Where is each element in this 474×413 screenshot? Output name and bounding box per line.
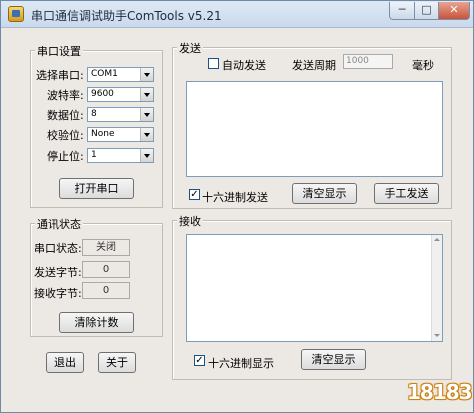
hex-send-checkbox[interactable]: ✓ — [189, 189, 200, 200]
data-bits-select[interactable]: 8 — [87, 107, 154, 122]
chevron-down-icon[interactable] — [140, 108, 153, 121]
hex-display-label: 十六进制显示 — [208, 357, 274, 370]
title-bar[interactable]: 串口通信调试助手ComTools v5.21 ─ □ ✕ — [1, 1, 473, 28]
minimize-button[interactable]: ─ — [389, 2, 415, 20]
stop-bits-select[interactable]: 1 — [87, 148, 154, 163]
parity-value: None — [91, 129, 115, 139]
chevron-down-icon[interactable] — [140, 149, 153, 162]
sent-bytes-label: 发送字节: — [34, 266, 82, 279]
clear-count-button[interactable]: 清除计数 — [59, 312, 134, 333]
maximize-button[interactable]: □ — [415, 2, 439, 20]
watermark-logo: 18183 — [407, 375, 473, 409]
hex-display-checkbox[interactable]: ✓ — [194, 355, 205, 366]
chevron-down-icon[interactable] — [140, 68, 153, 81]
port-status-value: 关闭 — [82, 239, 130, 256]
receive-textarea[interactable] — [186, 234, 443, 342]
app-icon — [8, 6, 24, 22]
port-select-label: 选择串口: — [36, 69, 84, 82]
scroll-down-icon[interactable] — [432, 331, 441, 341]
baud-rate-select[interactable]: 9600 — [87, 87, 154, 102]
exit-button[interactable]: 退出 — [46, 352, 84, 373]
receive-scrollbar[interactable] — [431, 235, 442, 341]
send-title: 发送 — [177, 40, 203, 56]
data-bits-value: 8 — [91, 109, 97, 119]
send-clear-button[interactable]: 清空显示 — [292, 183, 357, 204]
chevron-down-icon[interactable] — [140, 128, 153, 141]
stop-bits-value: 1 — [91, 150, 97, 160]
app-window: 串口通信调试助手ComTools v5.21 ─ □ ✕ 串口设置 选择串口: … — [0, 0, 474, 413]
auto-send-label: 自动发送 — [222, 59, 266, 72]
about-button[interactable]: 关于 — [98, 352, 136, 373]
baud-rate-value: 9600 — [91, 89, 114, 99]
sent-bytes-value: 0 — [82, 261, 130, 278]
data-bits-label: 数据位: — [47, 109, 84, 122]
port-select[interactable]: COM1 — [87, 67, 154, 82]
chevron-down-icon[interactable] — [140, 88, 153, 101]
stop-bits-label: 停止位: — [47, 150, 84, 163]
serial-settings-title: 串口设置 — [35, 43, 83, 59]
send-period-label: 发送周期 — [292, 59, 336, 72]
close-button[interactable]: ✕ — [439, 2, 470, 20]
manual-send-button[interactable]: 手工发送 — [374, 183, 439, 204]
recv-bytes-label: 接收字节: — [34, 287, 82, 300]
send-period-input[interactable]: 1000 — [343, 54, 393, 69]
recv-bytes-value: 0 — [82, 282, 130, 299]
period-unit-label: 毫秒 — [412, 59, 434, 72]
parity-select[interactable]: None — [87, 127, 154, 142]
port-status-label: 串口状态: — [34, 242, 82, 255]
hex-send-label: 十六进制发送 — [202, 191, 268, 204]
comm-status-title: 通讯状态 — [35, 216, 83, 232]
scroll-up-icon[interactable] — [432, 235, 441, 245]
receive-title: 接收 — [177, 213, 203, 229]
parity-label: 校验位: — [47, 129, 84, 142]
window-title: 串口通信调试助手ComTools v5.21 — [31, 9, 222, 23]
open-port-button[interactable]: 打开串口 — [59, 178, 134, 199]
watermark-text: 18183 — [407, 380, 473, 404]
auto-send-checkbox[interactable] — [208, 58, 219, 69]
receive-clear-button[interactable]: 清空显示 — [301, 349, 366, 370]
port-select-value: COM1 — [91, 69, 118, 79]
send-textarea[interactable] — [186, 81, 443, 177]
baud-rate-label: 波特率: — [47, 89, 84, 102]
